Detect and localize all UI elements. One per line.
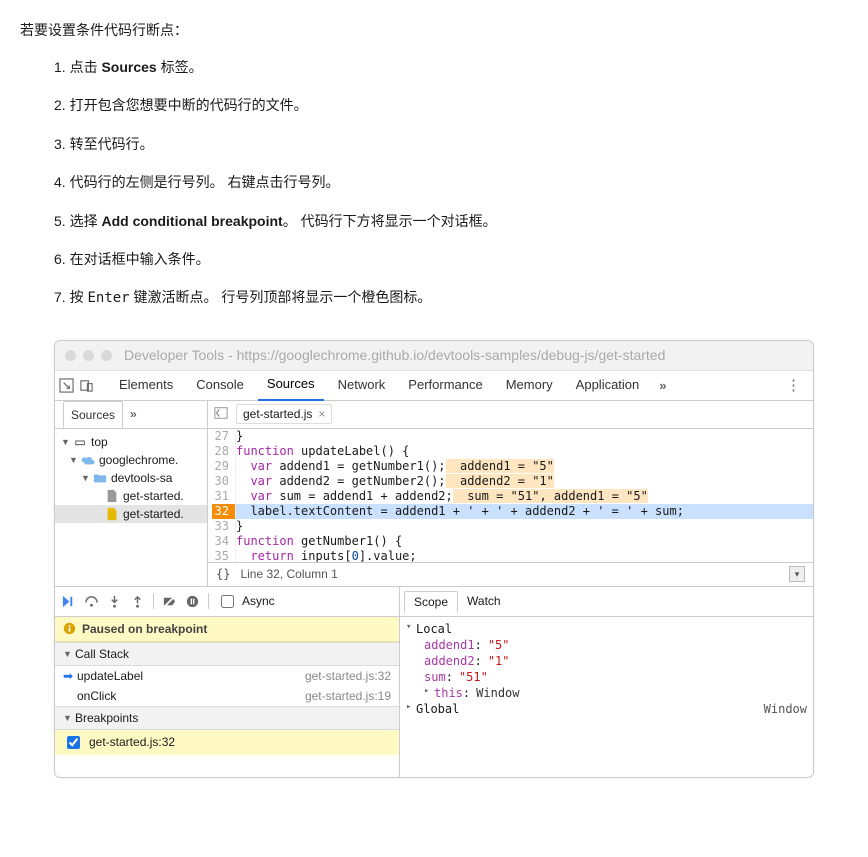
scope-var[interactable]: addend2:"1" <box>406 653 807 669</box>
async-checkbox[interactable]: Async <box>217 592 275 611</box>
debug-toolbar: Async <box>55 587 399 617</box>
navigator-panel: Sources » ▼▭top ▼googlechrome. ▼devtools… <box>55 401 208 586</box>
editor-tab[interactable]: get-started.js× <box>236 404 332 424</box>
menu-dots-icon[interactable]: ⋮ <box>778 376 809 394</box>
titlebar: Developer Tools - https://googlechrome.g… <box>55 341 813 371</box>
breakpoint-row[interactable]: get-started.js:32 <box>55 730 399 755</box>
code-lines: } function updateLabel() { var addend1 =… <box>236 429 813 562</box>
scope-this[interactable]: ▸this:Window <box>406 685 807 701</box>
close-icon[interactable] <box>65 350 76 361</box>
info-icon <box>63 622 76 635</box>
callstack-row[interactable]: onClickget-started.js:19 <box>55 686 399 706</box>
tab-console[interactable]: Console <box>187 370 253 400</box>
nav-header: Sources » <box>55 401 207 429</box>
editor-statusbar: {} Line 32, Column 1 ▾ <box>208 562 813 586</box>
scope-var[interactable]: sum:"51" <box>406 669 807 685</box>
breakpoints-header[interactable]: ▼Breakpoints <box>55 706 399 730</box>
file-tree: ▼▭top ▼googlechrome. ▼devtools-sa get-st… <box>55 429 207 586</box>
step-into-icon[interactable] <box>107 594 122 609</box>
debug-panel: Async Paused on breakpoint ▼Call Stack ➡… <box>55 587 400 777</box>
tab-sources[interactable]: Sources <box>258 369 324 401</box>
deactivate-bp-icon[interactable] <box>162 594 177 609</box>
scope-tabs: Scope Watch <box>400 587 813 617</box>
tab-scope[interactable]: Scope <box>404 591 458 613</box>
tab-watch[interactable]: Watch <box>458 591 510 611</box>
step-6: 6. 在对话框中输入条件。 <box>54 248 848 270</box>
steps-list: 1. 点击 Sources 标签。 2. 打开包含您想要中断的代码行的文件。 3… <box>54 56 848 310</box>
paused-banner: Paused on breakpoint <box>55 617 399 642</box>
step-out-icon[interactable] <box>130 594 145 609</box>
editor-panel: get-started.js× 27 28 29 30 31 32 33 34 … <box>208 401 813 586</box>
cloud-icon <box>81 453 95 467</box>
close-icon[interactable]: × <box>318 407 325 421</box>
tree-folder[interactable]: ▼devtools-sa <box>55 469 207 487</box>
step-7: 7. 按 Enter 键激活断点。 行号列顶部将显示一个橙色图标。 <box>54 286 848 309</box>
file-icon <box>105 489 119 503</box>
code-editor[interactable]: 27 28 29 30 31 32 33 34 35 36 37 38 } fu… <box>208 429 813 562</box>
editor-header: get-started.js× <box>208 401 813 429</box>
scope-panel: Scope Watch ▾Local addend1:"5" addend2:"… <box>400 587 813 777</box>
minimize-icon[interactable] <box>83 350 94 361</box>
scope-var[interactable]: addend1:"5" <box>406 637 807 653</box>
tab-elements[interactable]: Elements <box>110 370 182 400</box>
tab-application[interactable]: Application <box>567 370 649 400</box>
tree-domain[interactable]: ▼googlechrome. <box>55 451 207 469</box>
format-icon[interactable]: {} <box>216 567 230 581</box>
step-2: 2. 打开包含您想要中断的代码行的文件。 <box>54 94 848 116</box>
resume-icon[interactable] <box>61 594 76 609</box>
scope-body: ▾Local addend1:"5" addend2:"1" sum:"51" … <box>400 617 813 777</box>
tab-performance[interactable]: Performance <box>399 370 491 400</box>
step-1: 1. 点击 Sources 标签。 <box>54 56 848 78</box>
main-tabbar: Elements Console Sources Network Perform… <box>55 371 813 401</box>
step-5: 5. 选择 Add conditional breakpoint。 代码行下方将… <box>54 210 848 232</box>
tab-memory[interactable]: Memory <box>497 370 562 400</box>
step-over-icon[interactable] <box>84 594 99 609</box>
tree-file-html[interactable]: get-started. <box>55 487 207 505</box>
traffic-lights <box>65 350 112 361</box>
device-icon[interactable] <box>79 378 94 393</box>
folder-icon <box>93 471 107 485</box>
scope-global[interactable]: ▸GlobalWindow <box>406 701 807 717</box>
show-drawer-icon[interactable]: ▾ <box>789 566 805 582</box>
toggle-nav-icon[interactable] <box>212 404 230 425</box>
file-js-icon <box>105 507 119 521</box>
maximize-icon[interactable] <box>101 350 112 361</box>
nav-tab-sources[interactable]: Sources <box>63 401 123 428</box>
callstack-row[interactable]: ➡updateLabelget-started.js:32 <box>55 666 399 686</box>
tree-top[interactable]: ▼▭top <box>55 433 207 451</box>
step-4: 4. 代码行的左侧是行号列。 右键点击行号列。 <box>54 171 848 193</box>
pause-exceptions-icon[interactable] <box>185 594 200 609</box>
tab-network[interactable]: Network <box>329 370 395 400</box>
scope-local[interactable]: ▾Local <box>406 621 807 637</box>
more-tabs[interactable]: » <box>653 378 672 393</box>
step-3: 3. 转至代码行。 <box>54 133 848 155</box>
intro-text: 若要设置条件代码行断点： <box>20 20 848 40</box>
devtools-window: Developer Tools - https://googlechrome.g… <box>54 340 814 778</box>
cursor-position: Line 32, Column 1 <box>240 567 337 581</box>
gutter-breakpoint[interactable]: 32 <box>212 504 235 519</box>
inspect-icon[interactable] <box>59 378 74 393</box>
gutter[interactable]: 27 28 29 30 31 32 33 34 35 36 37 38 <box>208 429 236 562</box>
callstack-header[interactable]: ▼Call Stack <box>55 642 399 666</box>
nav-tab-more[interactable]: » <box>123 401 144 428</box>
window-title: Developer Tools - https://googlechrome.g… <box>124 347 665 363</box>
tree-file-js[interactable]: get-started. <box>55 505 207 523</box>
